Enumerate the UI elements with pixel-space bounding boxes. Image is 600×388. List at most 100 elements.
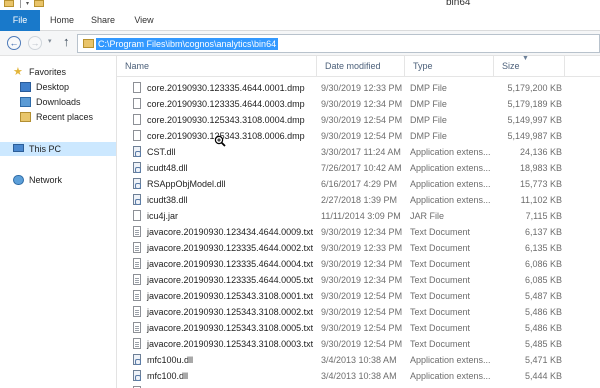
file-date-modified: 9/30/2019 12:34 PM	[321, 227, 403, 237]
file-row[interactable]: icudt48.dll 7/26/2017 10:42 AM Application…	[117, 160, 565, 176]
dll-icon	[133, 162, 141, 173]
text-file-icon	[133, 338, 141, 349]
jar-icon	[133, 210, 141, 221]
file-row[interactable]: core.20190930.125343.3108.0006.dmp 9/30/2…	[117, 128, 565, 144]
file-size: 5,179,200 KB	[507, 83, 562, 93]
text-file-icon	[133, 258, 141, 269]
text-file-icon	[133, 290, 141, 301]
file-name: CST.dll	[147, 147, 176, 157]
file-row[interactable]: icu4j.jar 11/11/2014 3:09 PM JAR File 7,115…	[117, 208, 565, 224]
folder-icon	[83, 39, 94, 48]
file-size: 24,136 KB	[519, 147, 562, 157]
file-row[interactable]: javacore.20190930.125343.3108.0003.txt 9/…	[117, 336, 565, 352]
file-size: 5,486 KB	[524, 307, 562, 317]
file-name: core.20190930.123335.4644.0001.dmp	[147, 83, 305, 93]
file-name: javacore.20190930.125343.3108.0001.txt	[147, 291, 314, 301]
computer-icon	[13, 144, 24, 152]
tab-file[interactable]: File	[0, 10, 40, 31]
column-header-name[interactable]: Name	[117, 56, 317, 77]
column-header-size[interactable]: Size	[494, 56, 565, 77]
file-type: Text Document	[410, 275, 471, 285]
file-date-modified: 9/30/2019 12:33 PM	[321, 243, 403, 253]
file-row[interactable]: core.20190930.125343.3108.0004.dmp 9/30/2…	[117, 112, 565, 128]
file-type: Text Document	[410, 243, 471, 253]
file-size: 5,485 KB	[524, 339, 562, 349]
tab-share[interactable]: Share	[86, 10, 120, 31]
nav-desktop-label: Desktop	[36, 82, 70, 92]
quick-access-dropdown-icon[interactable]: ▾	[26, 0, 32, 8]
file-name: javacore.20190930.125343.3108.0003.txt	[147, 339, 314, 349]
file-type: DMP File	[410, 131, 447, 141]
folder-icon[interactable]	[4, 0, 14, 7]
file-type: Application extens...	[410, 195, 491, 205]
file-type: Text Document	[410, 259, 471, 269]
text-file-icon	[133, 242, 141, 253]
file-size: 6,135 KB	[524, 243, 562, 253]
file-row[interactable]: javacore.20190930.123335.4644.0004.txt 9/…	[117, 256, 565, 272]
file-row[interactable]: icudt38.dll 2/27/2018 1:39 PM Application …	[117, 192, 565, 208]
tab-view[interactable]: View	[128, 10, 160, 31]
file-date-modified: 2/27/2018 1:39 PM	[321, 195, 398, 205]
file-icon	[133, 82, 141, 93]
file-row[interactable]: mfc100u.dll 3/4/2013 10:38 AM Application …	[117, 352, 565, 368]
file-type: DMP File	[410, 83, 447, 93]
file-size: 11,102 KB	[520, 195, 562, 205]
file-row[interactable]: mfc100.dll 3/4/2013 10:38 AM Application e…	[117, 368, 565, 384]
file-date-modified: 9/30/2019 12:54 PM	[321, 323, 403, 333]
star-icon: ★	[13, 66, 23, 78]
file-row[interactable]: javacore.20190930.123434.4644.0009.txt 9/…	[117, 224, 565, 240]
back-arrow-icon[interactable]: ←	[7, 36, 21, 50]
file-row[interactable]: javacore.20190930.123335.4644.0005.txt 9/…	[117, 272, 565, 288]
file-row[interactable]: javacore.20190930.123335.4644.0002.txt 9/…	[117, 240, 565, 256]
address-path[interactable]: C:\Program Files\ibm\cognos\analytics\bi…	[96, 38, 279, 50]
nav-favorites-label: Favorites	[29, 67, 67, 77]
new-folder-icon[interactable]	[34, 0, 44, 7]
downloads-icon	[20, 97, 31, 107]
file-name: RSAppObjModel.dll	[147, 179, 226, 189]
up-arrow-icon[interactable]: ↑	[63, 34, 70, 49]
file-date-modified: 3/4/2013 10:38 AM	[321, 355, 397, 365]
recent-places-icon	[20, 112, 31, 122]
file-list: Name Date modified Type Size ▼ core.2019…	[117, 55, 600, 388]
file-row[interactable]: core.20190930.123335.4644.0001.dmp 9/30/2…	[117, 80, 565, 96]
file-row[interactable]: core.20190930.123335.4644.0003.dmp 9/30/2…	[117, 96, 565, 112]
file-row[interactable]: openviz3.jar 6/6/2018 3:30 PM JAR File 5,06…	[117, 384, 565, 388]
file-row[interactable]: javacore.20190930.125343.3108.0005.txt 9/…	[117, 320, 565, 336]
nav-network-label: Network	[29, 175, 63, 185]
file-row[interactable]: RSAppObjModel.dll 6/16/2017 4:29 PM Applic…	[117, 176, 565, 192]
file-type: Text Document	[410, 323, 471, 333]
tab-home[interactable]: Home	[46, 10, 78, 31]
column-header-row: Name Date modified Type Size ▼	[117, 55, 600, 77]
file-date-modified: 6/16/2017 4:29 PM	[321, 179, 398, 189]
file-date-modified: 9/30/2019 12:54 PM	[321, 339, 403, 349]
file-name: icudt48.dll	[147, 163, 188, 173]
zoom-cursor-icon	[214, 135, 226, 147]
column-header-date-modified[interactable]: Date modified	[317, 56, 405, 77]
file-type: Text Document	[410, 307, 471, 317]
sort-descending-icon: ▼	[522, 55, 529, 62]
forward-arrow-icon[interactable]: →	[28, 36, 42, 50]
file-size: 5,471 KB	[524, 355, 562, 365]
recent-locations-dropdown-icon[interactable]: ▾	[48, 37, 52, 45]
file-name: javacore.20190930.123335.4644.0005.txt	[147, 275, 314, 285]
file-type: Application extens...	[410, 147, 491, 157]
nav-downloads-label: Downloads	[36, 97, 81, 107]
address-bar[interactable]: C:\Program Files\ibm\cognos\analytics\bi…	[77, 34, 600, 53]
file-size: 5,444 KB	[524, 371, 562, 381]
file-size: 6,085 KB	[524, 275, 562, 285]
file-name: javacore.20190930.123335.4644.0002.txt	[147, 243, 314, 253]
file-size: 5,149,997 KB	[507, 115, 562, 125]
file-row[interactable]: javacore.20190930.125343.3108.0001.txt 9/…	[117, 288, 565, 304]
file-date-modified: 3/30/2017 11:24 AM	[321, 147, 401, 157]
file-date-modified: 9/30/2019 12:34 PM	[321, 99, 403, 109]
file-type: JAR File	[410, 211, 445, 221]
file-row[interactable]: CST.dll 3/30/2017 11:24 AM Application ext…	[117, 144, 565, 160]
file-size: 6,086 KB	[524, 259, 562, 269]
file-date-modified: 9/30/2019 12:54 PM	[321, 307, 403, 317]
text-file-icon	[133, 226, 141, 237]
address-toolbar: ← → ▾ ↑ C:\Program Files\ibm\cognos\anal…	[0, 31, 600, 56]
column-header-type[interactable]: Type	[405, 56, 494, 77]
file-size: 5,149,987 KB	[507, 131, 562, 141]
text-file-icon	[133, 306, 141, 317]
file-row[interactable]: javacore.20190930.125343.3108.0002.txt 9/…	[117, 304, 565, 320]
